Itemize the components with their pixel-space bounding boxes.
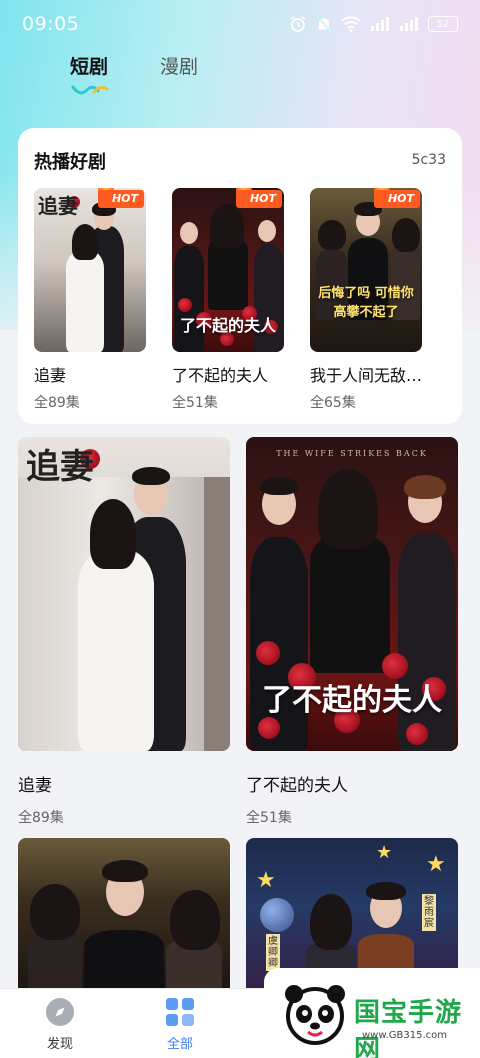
poster-4-label-left: 虞卿卿 — [266, 934, 280, 971]
hot-badge: HOT — [373, 190, 420, 208]
hot-section-title: 热播好剧 — [34, 152, 106, 173]
hot-item-2[interactable]: 了不起的夫人 HOT 了不起的夫人 全51集 — [172, 188, 284, 412]
signal-icon-1 — [370, 16, 390, 32]
drama-episodes: 全51集 — [246, 810, 292, 826]
watermark-url: www.GB315.com — [362, 1030, 448, 1041]
hot-poster-1[interactable]: 追妻 HOT — [34, 188, 146, 352]
hot-item-episodes: 全89集 — [34, 395, 80, 411]
panda-logo-icon — [282, 982, 348, 1050]
hot-item-1[interactable]: 追妻 HOT 追妻 全89集 — [34, 188, 146, 412]
top-tabs: 短剧 漫剧 — [0, 48, 480, 108]
wifi-icon — [341, 16, 361, 32]
drama-poster-2-subtitle: THE WIFE STRIKES BACK — [276, 449, 428, 458]
status-time: 09:05 — [22, 13, 80, 35]
hot-item-name[interactable]: 了不起的夫人 — [172, 362, 312, 386]
signal-icon-2 — [399, 16, 419, 32]
hot-poster-3[interactable]: 后悔了吗 可惜你 高攀不起了 HOT — [310, 188, 422, 352]
hot-item-episodes: 全51集 — [172, 395, 218, 411]
hot-poster-2[interactable]: 了不起的夫人 HOT — [172, 188, 284, 352]
star-icon: ★ — [426, 852, 446, 877]
status-icons: 52 — [289, 15, 458, 33]
tab-comic-drama[interactable]: 漫剧 — [160, 52, 198, 79]
hot-badge: HOT — [97, 190, 144, 208]
drama-card-3[interactable] — [18, 838, 230, 988]
mute-icon — [316, 15, 332, 33]
drama-poster-2[interactable]: THE WIFE STRIKES BACK 了不起的夫人 — [246, 437, 458, 751]
nav-discover[interactable]: 发现 — [30, 997, 90, 1052]
drama-card-1[interactable]: 追妻 追妻 全89集 — [18, 437, 230, 829]
star-icon: ★ — [256, 868, 276, 893]
drama-poster-2-title: 了不起的夫人 — [262, 683, 442, 718]
hot-poster-3-title: 后悔了吗 可惜你 高攀不起了 — [318, 286, 414, 320]
watermark-text: 国宝手游网 — [354, 998, 463, 1058]
drama-poster-4[interactable]: ★ ★ ★ 虞卿卿 黎雨宸 — [246, 838, 458, 988]
drama-poster-3[interactable] — [18, 838, 230, 988]
drama-poster-1-title: 追妻 — [26, 447, 94, 487]
compass-icon — [30, 997, 90, 1031]
watermark-logo: 国宝手游网 www.GB315.com — [264, 968, 480, 1058]
hot-poster-1-title: 追妻 — [38, 194, 78, 218]
star-icon: ★ — [376, 842, 393, 863]
hot-poster-2-title: 了不起的夫人 — [179, 316, 276, 335]
nav-all[interactable]: 全部 — [150, 997, 210, 1052]
poster-4-label-right: 黎雨宸 — [422, 894, 436, 931]
hot-dramas-card: 热播好剧 5c33 追妻 HOT 追妻 全89集 了不起的夫人 HOT 了不起的… — [18, 128, 462, 424]
hot-item-name[interactable]: 我于人间无敌… — [310, 362, 444, 386]
drama-name[interactable]: 了不起的夫人 — [246, 771, 348, 796]
status-bar: 09:05 52 — [0, 0, 480, 48]
drama-card-4[interactable]: ★ ★ ★ 虞卿卿 黎雨宸 — [246, 838, 458, 988]
hot-section-count[interactable]: 5c33 — [412, 152, 446, 168]
hot-badge: HOT — [235, 190, 282, 208]
drama-card-2[interactable]: THE WIFE STRIKES BACK 了不起的夫人 了不起的夫人 全51集 — [246, 437, 458, 829]
drama-episodes: 全89集 — [18, 810, 64, 826]
tab-short-drama[interactable]: 短剧 — [70, 52, 108, 79]
nav-all-label: 全部 — [166, 1037, 193, 1052]
hot-poster-3-title-block: 后悔了吗 可惜你 高攀不起了 — [318, 284, 414, 346]
hot-item-3[interactable]: 后悔了吗 可惜你 高攀不起了 HOT 我于人间无敌… 全65集 — [310, 188, 422, 412]
planet-shape — [260, 898, 294, 932]
grid-icon — [150, 997, 210, 1031]
drama-name[interactable]: 追妻 — [18, 771, 52, 796]
tab-active-indicator — [70, 82, 110, 101]
alarm-icon — [289, 15, 307, 33]
hot-item-episodes: 全65集 — [310, 395, 356, 411]
battery-icon: 52 — [428, 16, 458, 32]
hot-item-name[interactable]: 追妻 — [34, 362, 174, 386]
nav-discover-label: 发现 — [46, 1037, 73, 1052]
drama-poster-1[interactable]: 追妻 — [18, 437, 230, 751]
